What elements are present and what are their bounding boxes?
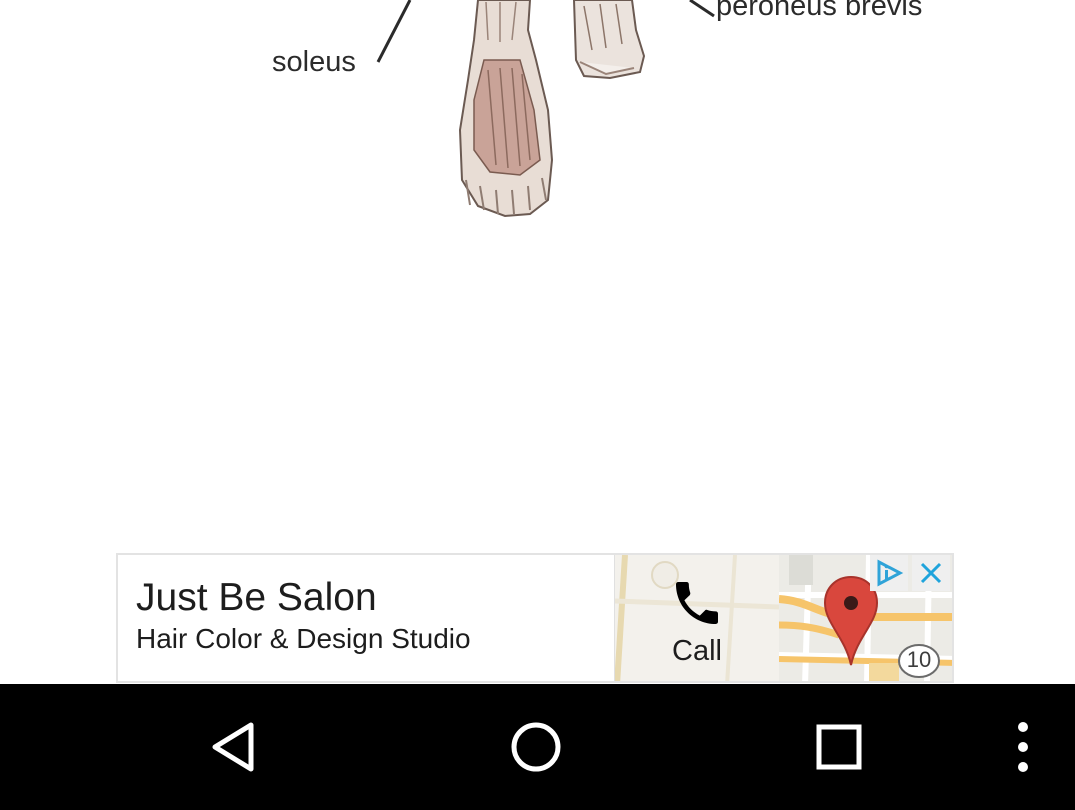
label-peroneus-brevis: peroneus brevis: [716, 0, 923, 22]
ad-close-button[interactable]: [912, 555, 950, 591]
anatomy-figure: [376, 0, 715, 218]
ad-title: Just Be Salon: [136, 576, 377, 619]
ad-choices-button[interactable]: [870, 555, 908, 591]
left-foot-illustration: [458, 0, 554, 218]
home-icon: [511, 722, 561, 772]
map-route-number: 10: [906, 647, 932, 672]
ad-choices-icon: [877, 559, 904, 587]
ad-banner[interactable]: Just Be Salon Hair Color & Design Studio…: [116, 553, 954, 683]
call-label: Call: [672, 635, 722, 667]
menu-icon: [1018, 722, 1028, 772]
nav-back-button[interactable]: [193, 707, 273, 787]
ad-call-button[interactable]: Call: [614, 555, 779, 681]
label-soleus: soleus: [272, 46, 356, 78]
ad-text-block[interactable]: Just Be Salon Hair Color & Design Studio: [136, 575, 471, 657]
recents-icon: [816, 724, 862, 770]
nav-overflow-menu-button[interactable]: [983, 707, 1063, 787]
nav-recents-button[interactable]: [799, 707, 879, 787]
nav-home-button[interactable]: [496, 707, 576, 787]
ad-subtitle: Hair Color & Design Studio: [136, 623, 471, 654]
peroneus-leader-line: [689, 0, 715, 18]
right-heel-illustration: [572, 0, 646, 80]
system-navigation-bar: [0, 684, 1075, 810]
soleus-leader-line: [376, 0, 412, 63]
back-icon: [212, 722, 254, 772]
phone-icon: [676, 582, 718, 624]
close-icon: [920, 562, 942, 584]
